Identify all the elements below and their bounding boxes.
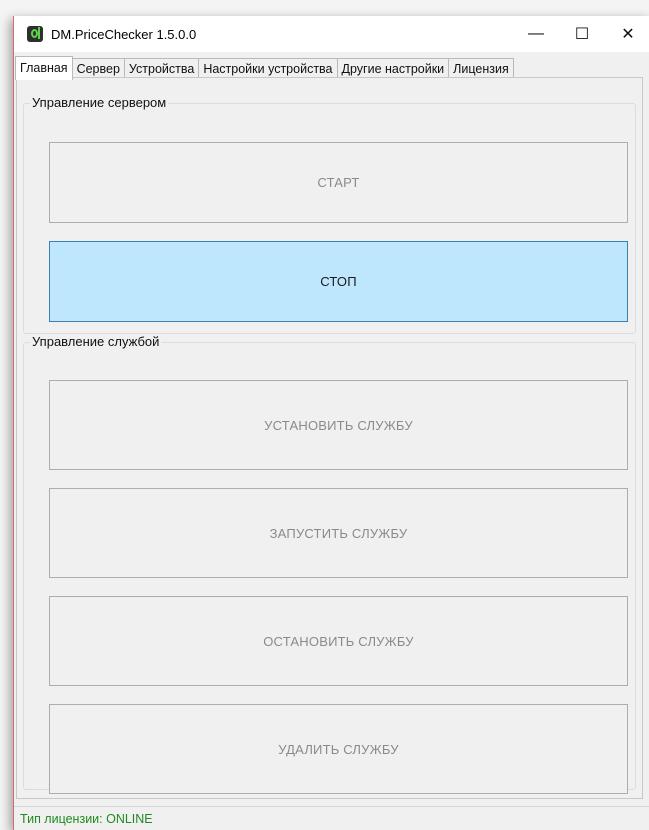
minimize-button[interactable]: — [513, 16, 559, 52]
stop-server-button[interactable]: СТОП [49, 241, 628, 322]
maximize-button[interactable]: ☐ [559, 16, 605, 52]
install-service-button[interactable]: УСТАНОВИТЬ СЛУЖБУ [49, 380, 628, 470]
service-control-group: Управление службой УСТАНОВИТЬ СЛУЖБУ ЗАП… [23, 334, 636, 794]
tab-other-settings[interactable]: Другие настройки [336, 58, 450, 79]
delete-service-button[interactable]: УДАЛИТЬ СЛУЖБУ [49, 704, 628, 794]
tab-device-settings[interactable]: Настройки устройства [198, 58, 338, 79]
tab-strip: Главная Сервер Устройства Настройки устр… [15, 56, 514, 80]
tab-main[interactable]: Главная [15, 56, 73, 80]
tab-license[interactable]: Лицензия [448, 58, 514, 79]
start-server-button[interactable]: СТАРТ [49, 142, 628, 223]
title-bar: DM.PriceChecker 1.5.0.0 — ☐ ✕ [14, 16, 649, 52]
window-controls: — ☐ ✕ [513, 16, 649, 52]
stop-service-button[interactable]: ОСТАНОВИТЬ СЛУЖБУ [49, 596, 628, 686]
tab-devices[interactable]: Устройства [123, 58, 200, 79]
server-group-label: Управление сервером [30, 95, 169, 110]
app-logo-icon [27, 26, 43, 42]
service-group-label: Управление службой [30, 334, 162, 349]
license-status-text: Тип лицензии: ONLINE [20, 812, 153, 826]
status-bar: Тип лицензии: ONLINE [14, 806, 649, 830]
window-title: DM.PriceChecker 1.5.0.0 [51, 26, 197, 42]
tab-server[interactable]: Сервер [71, 58, 125, 79]
server-control-group: Управление сервером СТАРТ СТОП [23, 95, 636, 334]
app-window: DM.PriceChecker 1.5.0.0 — ☐ ✕ Главная Се… [13, 16, 649, 830]
main-tab-panel: Управление сервером СТАРТ СТОП Управлени… [16, 77, 643, 799]
close-button[interactable]: ✕ [605, 16, 649, 52]
start-service-button[interactable]: ЗАПУСТИТЬ СЛУЖБУ [49, 488, 628, 578]
